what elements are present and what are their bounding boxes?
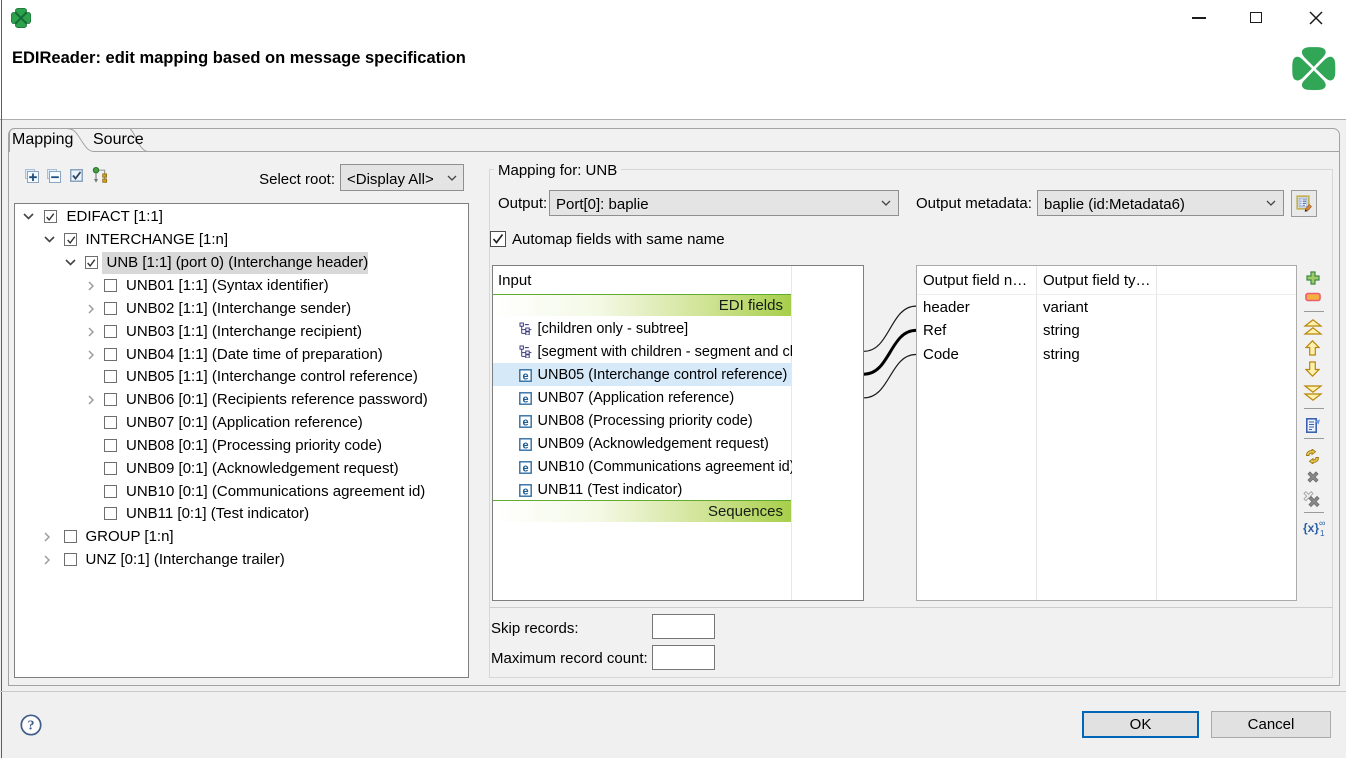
svg-text:e: e	[523, 462, 529, 474]
svg-text:∞: ∞	[1319, 519, 1325, 528]
svg-text:1: 1	[1320, 529, 1325, 537]
svg-text:e: e	[523, 370, 529, 382]
svg-text:{x}: {x}	[1303, 521, 1319, 535]
svg-text:e: e	[523, 416, 529, 428]
svg-text:e: e	[523, 393, 529, 405]
svg-text:?: ?	[28, 719, 35, 734]
svg-text:e: e	[523, 485, 529, 497]
svg-text:e: e	[523, 439, 529, 451]
